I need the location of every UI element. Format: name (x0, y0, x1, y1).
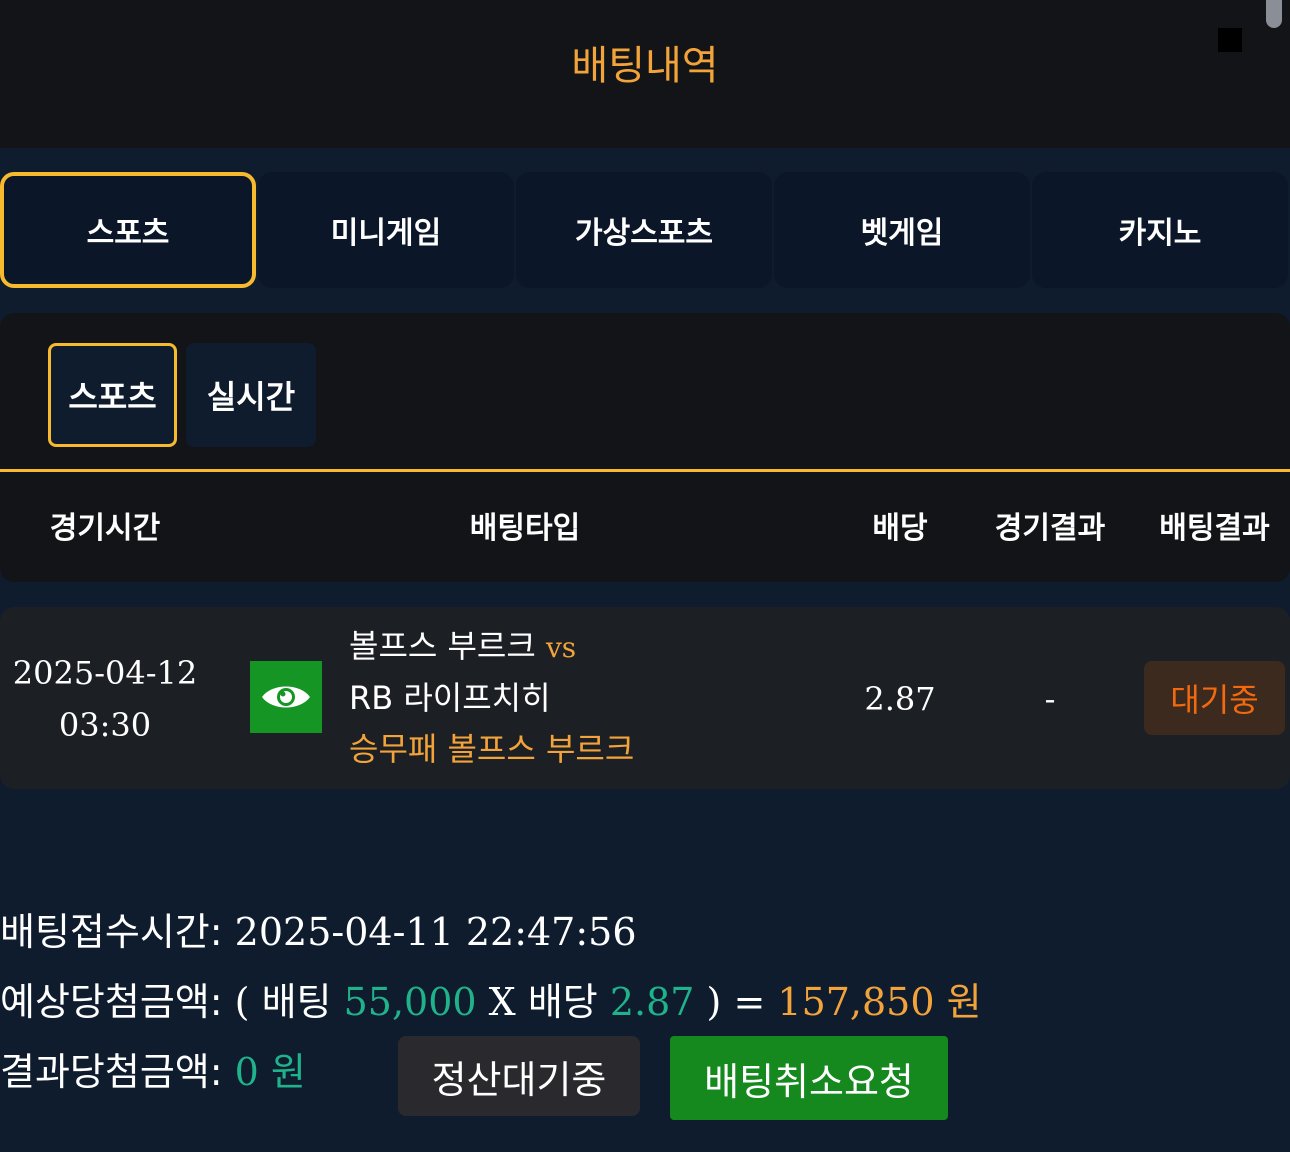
match-time: 03:30 (58, 706, 152, 744)
subtab-sports[interactable]: 스포츠 (48, 343, 177, 447)
scrollbar[interactable] (1266, 0, 1282, 28)
table-header: 경기시간 배팅타입 배당 경기결과 배팅결과 (0, 472, 1290, 582)
result-win-line: 결과당첨금액: 0 원 (0, 1042, 306, 1102)
main-tabs: 스포츠 미니게임 가상스포츠 벳게임 카지노 (0, 172, 1290, 290)
close-equals: ) = (706, 980, 766, 1024)
header-bar: 배팅내역 (0, 0, 1290, 148)
tab-sports[interactable]: 스포츠 (0, 172, 256, 288)
tab-betgame[interactable]: 벳게임 (774, 172, 1030, 288)
expected-win-amount: 157,850 원 (777, 980, 982, 1024)
received-time-line: 배팅접수시간: 2025-04-11 22:47:56 (0, 902, 637, 962)
column-header-match-time: 경기시간 (49, 511, 161, 546)
result-win-amount: 0 원 (234, 1050, 306, 1094)
column-header-bet-result: 배팅결과 (1159, 511, 1270, 546)
tab-minigame[interactable]: 미니게임 (258, 172, 514, 288)
bet-pick: 승무패 볼프스 부르크 (349, 730, 635, 768)
odds-value: 2.87 (864, 680, 936, 718)
away-team: RB 라이프치히 (349, 679, 551, 717)
match-date: 2025-04-12 (12, 654, 198, 692)
open-paren: ( (234, 980, 250, 1024)
bet-type-cell: 볼프스 부르크 vs RB 라이프치히 승무패 볼프스 부르크 (349, 621, 634, 775)
expected-win-label: 예상당첨금액: (0, 980, 223, 1024)
close-icon[interactable] (1218, 28, 1242, 52)
match-line-1: 볼프스 부르크 vs (349, 621, 634, 673)
status-badge: 대기중 (1144, 661, 1285, 735)
subtab-live[interactable]: 실시간 (186, 343, 316, 447)
times-sign: X (488, 980, 516, 1024)
column-header-bet-type: 배팅타입 (469, 511, 581, 546)
vs-label: vs (545, 631, 577, 664)
eye-icon (262, 686, 310, 708)
table-row: 2025-04-12 03:30 볼프스 부르크 vs RB 라이프치히 승무패… (0, 607, 1290, 789)
tab-virtual-sports[interactable]: 가상스포츠 (516, 172, 772, 288)
summary-odds: 2.87 (609, 980, 695, 1024)
settle-status-button[interactable]: 정산대기중 (398, 1036, 640, 1116)
tab-casino[interactable]: 카지노 (1032, 172, 1288, 288)
expected-win-line: 예상당첨금액: ( 배팅 55,000 X 배당 2.87 ) = 157,85… (0, 972, 982, 1032)
sub-tab-panel: 스포츠 실시간 (0, 313, 1290, 469)
view-button[interactable] (250, 661, 322, 733)
received-time-value: 2025-04-11 22:47:56 (234, 910, 637, 954)
cancel-bet-button[interactable]: 배팅취소요청 (670, 1036, 948, 1120)
match-datetime: 2025-04-12 03:30 (0, 647, 210, 751)
home-team: 볼프스 부르크 (349, 627, 536, 665)
bet-amount: 55,000 (343, 980, 477, 1024)
column-header-odds: 배당 (872, 511, 928, 546)
odds-word: 배당 (527, 980, 598, 1024)
result-win-label: 결과당첨금액: (0, 1050, 223, 1094)
game-result-value: - (1044, 680, 1056, 718)
page-title: 배팅내역 (571, 43, 719, 89)
received-time-label: 배팅접수시간: (0, 910, 223, 954)
bet-word: 배팅 (261, 980, 332, 1024)
column-header-game-result: 경기결과 (994, 511, 1106, 546)
